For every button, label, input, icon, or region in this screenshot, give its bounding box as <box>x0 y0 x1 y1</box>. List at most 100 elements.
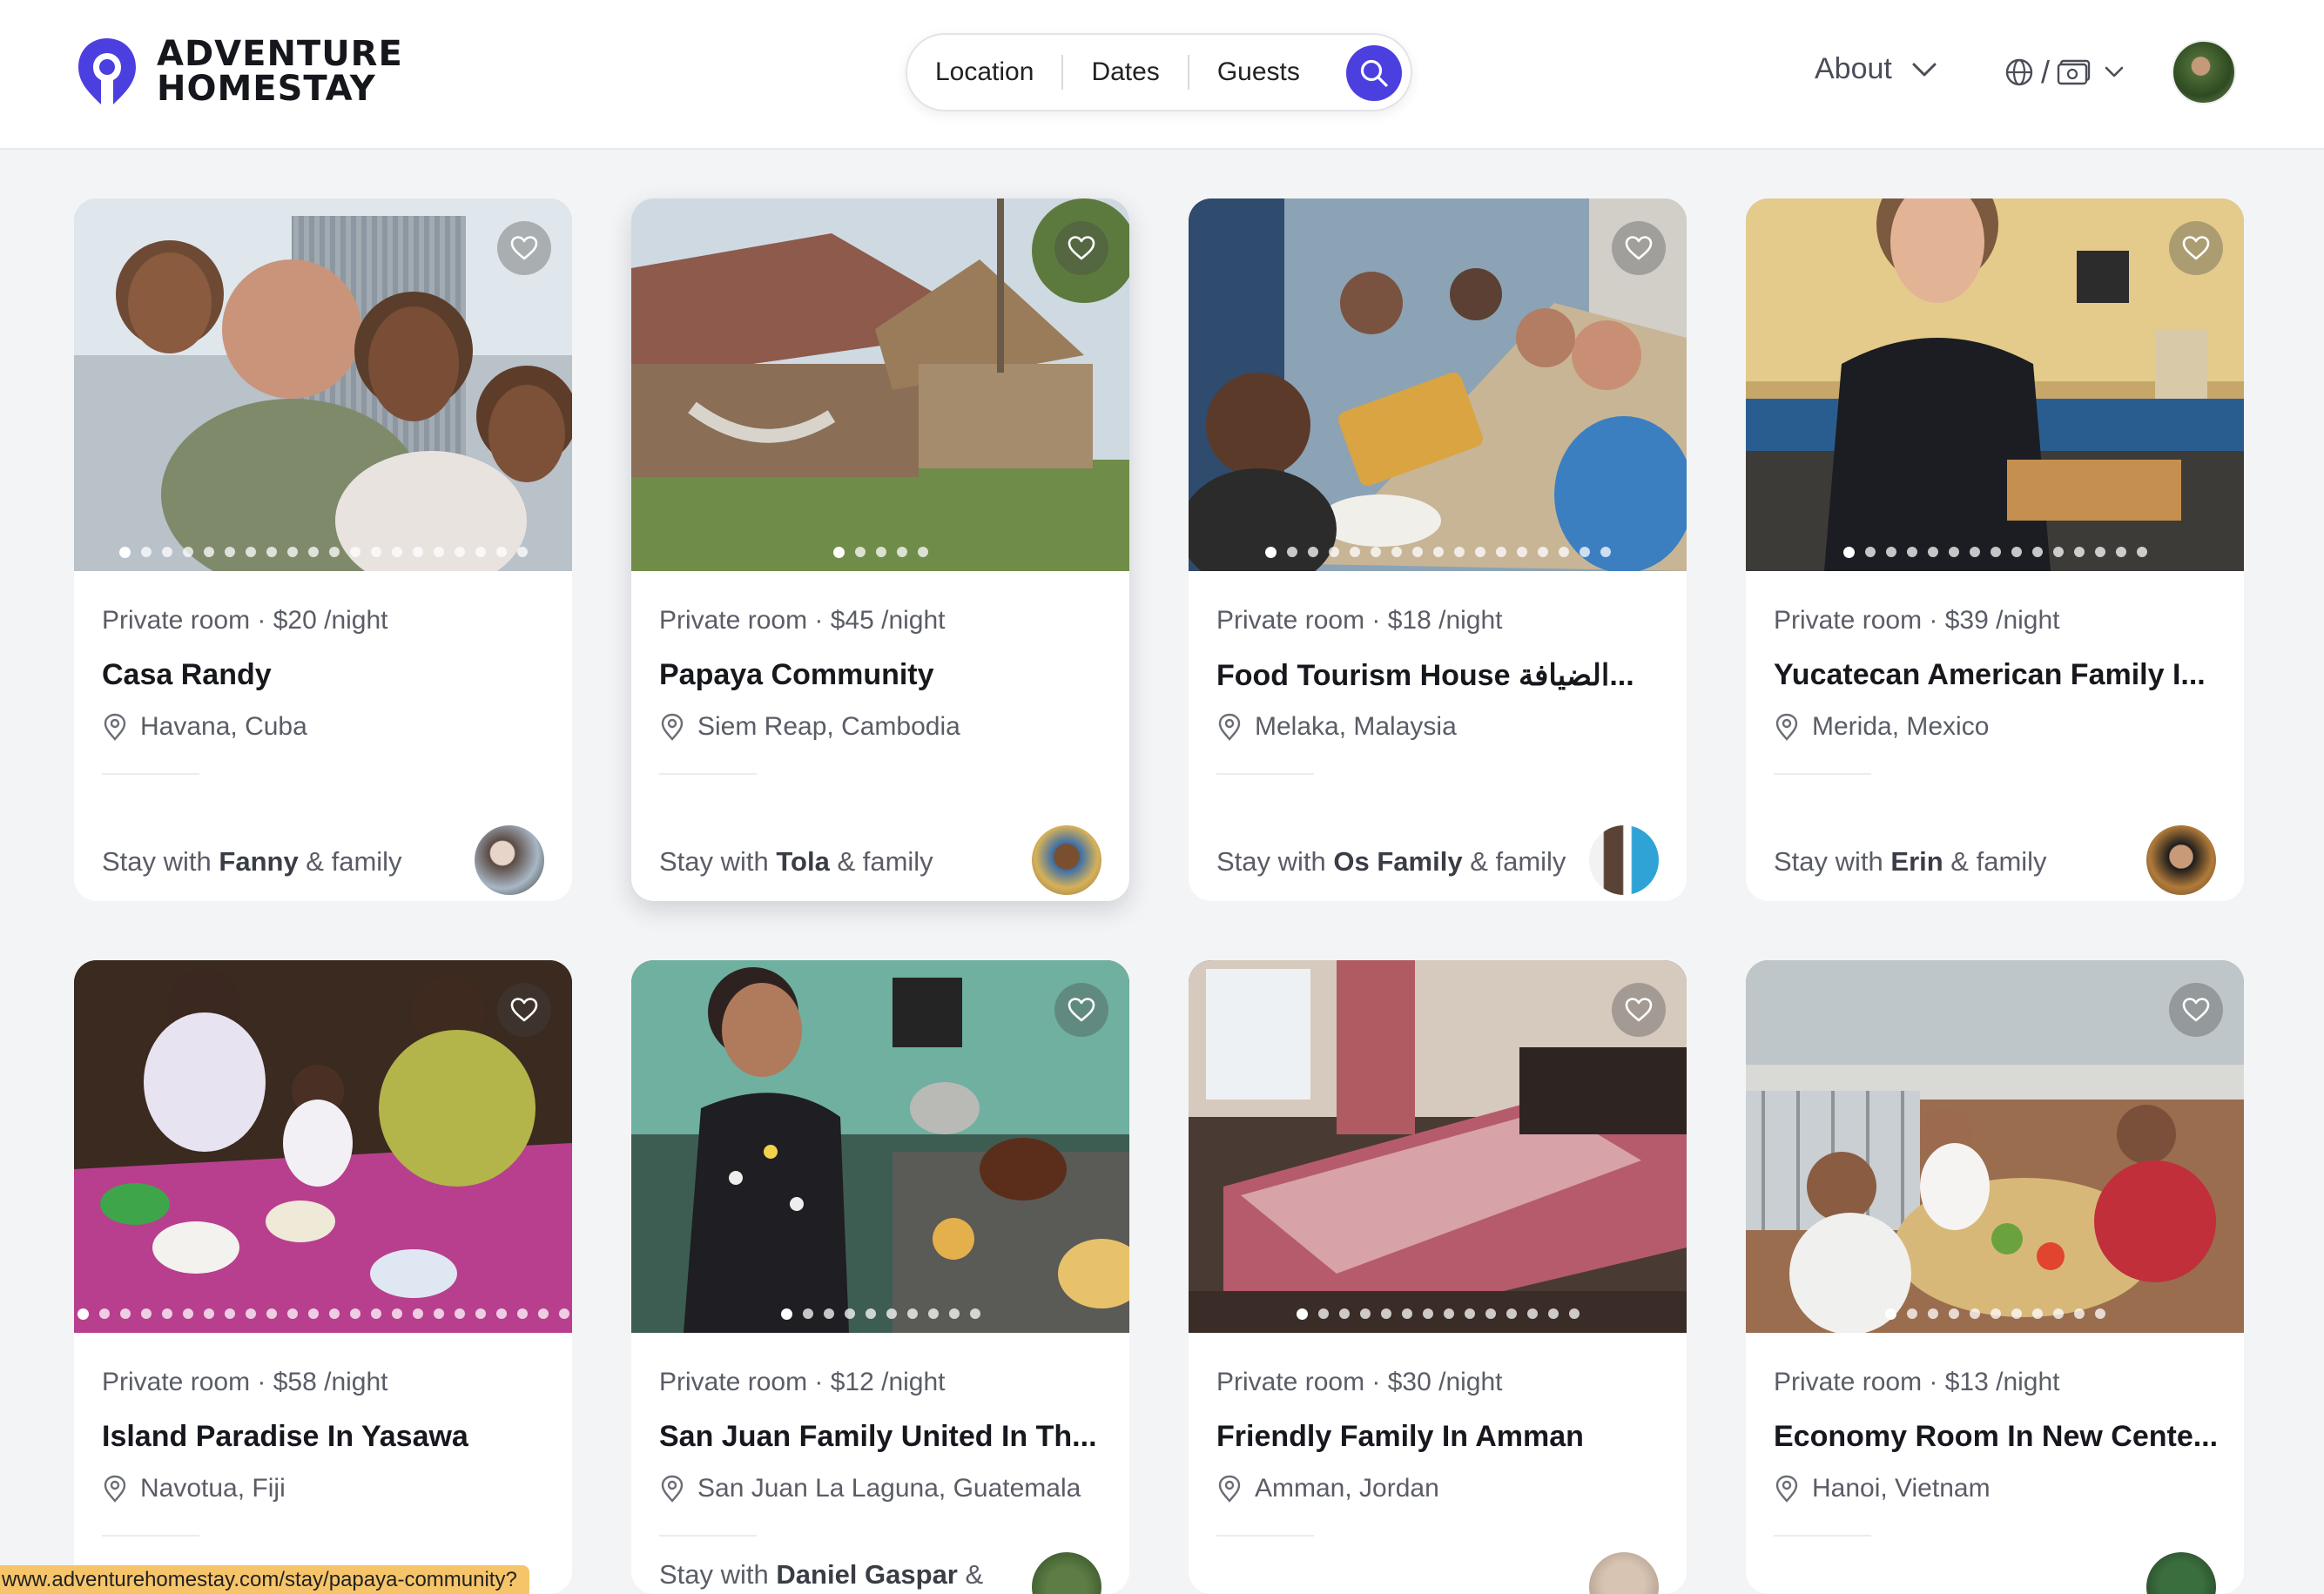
listing-card[interactable]: Private room · $45 /night Papaya Communi… <box>631 198 1129 901</box>
listing-title[interactable]: Economy Room In New Cente... <box>1774 1420 2222 1454</box>
listing-card[interactable]: Private room · $58 /night Island Paradis… <box>74 960 572 1594</box>
carousel-dot[interactable] <box>370 1308 381 1319</box>
carousel-dot[interactable] <box>1948 1308 1959 1319</box>
carousel-dot[interactable] <box>1391 547 1402 557</box>
carousel-dot[interactable] <box>948 1308 960 1319</box>
carousel-dot[interactable] <box>266 547 277 557</box>
favorite-button[interactable] <box>497 983 551 1037</box>
carousel-dot[interactable] <box>349 547 360 557</box>
carousel-dot[interactable] <box>370 547 381 557</box>
locale-currency-selector[interactable]: / <box>2004 54 2125 91</box>
carousel-dot[interactable] <box>2031 547 2043 557</box>
carousel-dot[interactable] <box>516 1308 528 1319</box>
carousel-dot[interactable] <box>1286 547 1297 557</box>
carousel-dot[interactable] <box>224 1308 235 1319</box>
carousel-dot[interactable] <box>475 1308 486 1319</box>
carousel-dot[interactable] <box>1990 547 2001 557</box>
carousel-dot[interactable] <box>1349 547 1360 557</box>
favorite-button[interactable] <box>2169 983 2223 1037</box>
carousel-dot[interactable] <box>433 1308 444 1319</box>
carousel-dot[interactable] <box>454 1308 465 1319</box>
listing-title[interactable]: San Juan Family United In Th... <box>659 1420 1108 1454</box>
user-avatar[interactable] <box>2172 40 2236 104</box>
search-location[interactable]: Location <box>907 55 1061 90</box>
carousel-dot[interactable] <box>896 547 907 557</box>
carousel-dot[interactable] <box>1579 547 1590 557</box>
carousel-dot[interactable] <box>475 547 486 557</box>
carousel-dot[interactable] <box>161 547 172 557</box>
carousel-dot[interactable] <box>1537 547 1548 557</box>
carousel-dot[interactable] <box>495 1308 507 1319</box>
host-avatar[interactable] <box>2146 1552 2216 1594</box>
carousel-dot[interactable] <box>1380 1308 1391 1319</box>
listing-photo[interactable] <box>1189 960 1687 1333</box>
carousel-dot[interactable] <box>1969 1308 1980 1319</box>
carousel-dot[interactable] <box>245 1308 256 1319</box>
carousel-dot[interactable] <box>802 1308 813 1319</box>
brand-logo[interactable]: ADVENTURE HOMESTAY <box>77 37 403 106</box>
carousel-dot[interactable] <box>1600 547 1611 557</box>
carousel-dot[interactable] <box>1443 1308 1454 1319</box>
carousel-dot[interactable] <box>516 547 528 557</box>
carousel-dot[interactable] <box>2136 547 2147 557</box>
carousel-dot[interactable] <box>537 1308 549 1319</box>
carousel-dot[interactable] <box>391 547 402 557</box>
carousel-dot[interactable] <box>1296 1308 1308 1320</box>
carousel-dot[interactable] <box>1485 1308 1496 1319</box>
carousel-dot[interactable] <box>1558 547 1569 557</box>
listing-card[interactable]: Private room · $20 /night Casa Randy Hav… <box>74 198 572 901</box>
carousel-dot[interactable] <box>1328 547 1339 557</box>
carousel-dot[interactable] <box>328 547 340 557</box>
carousel-dot[interactable] <box>1990 1308 2001 1319</box>
listing-title[interactable]: Island Paradise In Yasawa <box>102 1420 550 1454</box>
carousel-dot[interactable] <box>328 1308 340 1319</box>
listing-title[interactable]: Yucatecan American Family I... <box>1774 658 2222 692</box>
carousel-dot[interactable] <box>2073 547 2085 557</box>
host-avatar[interactable] <box>1589 1552 1659 1594</box>
carousel-dot[interactable] <box>203 1308 214 1319</box>
carousel-dot[interactable] <box>1516 547 1527 557</box>
carousel-dot[interactable] <box>1453 547 1465 557</box>
listing-photo[interactable] <box>1746 960 2244 1333</box>
carousel-dot[interactable] <box>224 547 235 557</box>
favorite-button[interactable] <box>1054 221 1108 275</box>
carousel-dot[interactable] <box>182 1308 193 1319</box>
favorite-button[interactable] <box>1612 983 1666 1037</box>
carousel-dot[interactable] <box>1307 547 1318 557</box>
carousel-dot[interactable] <box>1927 1308 1938 1319</box>
carousel-dot[interactable] <box>2052 547 2064 557</box>
carousel-dot[interactable] <box>917 547 928 557</box>
favorite-button[interactable] <box>2169 221 2223 275</box>
carousel-dot[interactable] <box>1370 547 1381 557</box>
carousel-dot[interactable] <box>1885 547 1896 557</box>
carousel-dot[interactable] <box>2073 1308 2085 1319</box>
carousel-dot[interactable] <box>1906 547 1917 557</box>
carousel-dot[interactable] <box>886 1308 897 1319</box>
carousel-dot[interactable] <box>433 547 444 557</box>
host-avatar[interactable] <box>1589 825 1659 895</box>
carousel-dot[interactable] <box>2011 1308 2022 1319</box>
carousel-dot[interactable] <box>1338 1308 1350 1319</box>
carousel-dot[interactable] <box>140 547 152 557</box>
listing-title[interactable]: Casa Randy <box>102 658 550 692</box>
carousel-dot[interactable] <box>1506 1308 1517 1319</box>
listing-photo[interactable] <box>74 960 572 1333</box>
carousel-dot[interactable] <box>1422 1308 1433 1319</box>
carousel-dot[interactable] <box>1495 547 1506 557</box>
carousel-dot[interactable] <box>1432 547 1444 557</box>
host-avatar[interactable] <box>1032 1552 1101 1594</box>
carousel-dot[interactable] <box>286 1308 298 1319</box>
carousel-dot[interactable] <box>1927 547 1938 557</box>
listing-photo[interactable] <box>74 198 572 571</box>
carousel-dot[interactable] <box>1359 1308 1371 1319</box>
carousel-dot[interactable] <box>844 1308 855 1319</box>
listing-title[interactable]: Papaya Community <box>659 658 1108 692</box>
carousel-dot[interactable] <box>245 547 256 557</box>
carousel-dot[interactable] <box>286 547 298 557</box>
carousel-dot[interactable] <box>2052 1308 2064 1319</box>
carousel-dot[interactable] <box>119 1308 131 1319</box>
carousel-dot[interactable] <box>391 1308 402 1319</box>
carousel-dot[interactable] <box>927 1308 939 1319</box>
carousel-dot[interactable] <box>349 1308 360 1319</box>
carousel-dot[interactable] <box>2115 547 2126 557</box>
